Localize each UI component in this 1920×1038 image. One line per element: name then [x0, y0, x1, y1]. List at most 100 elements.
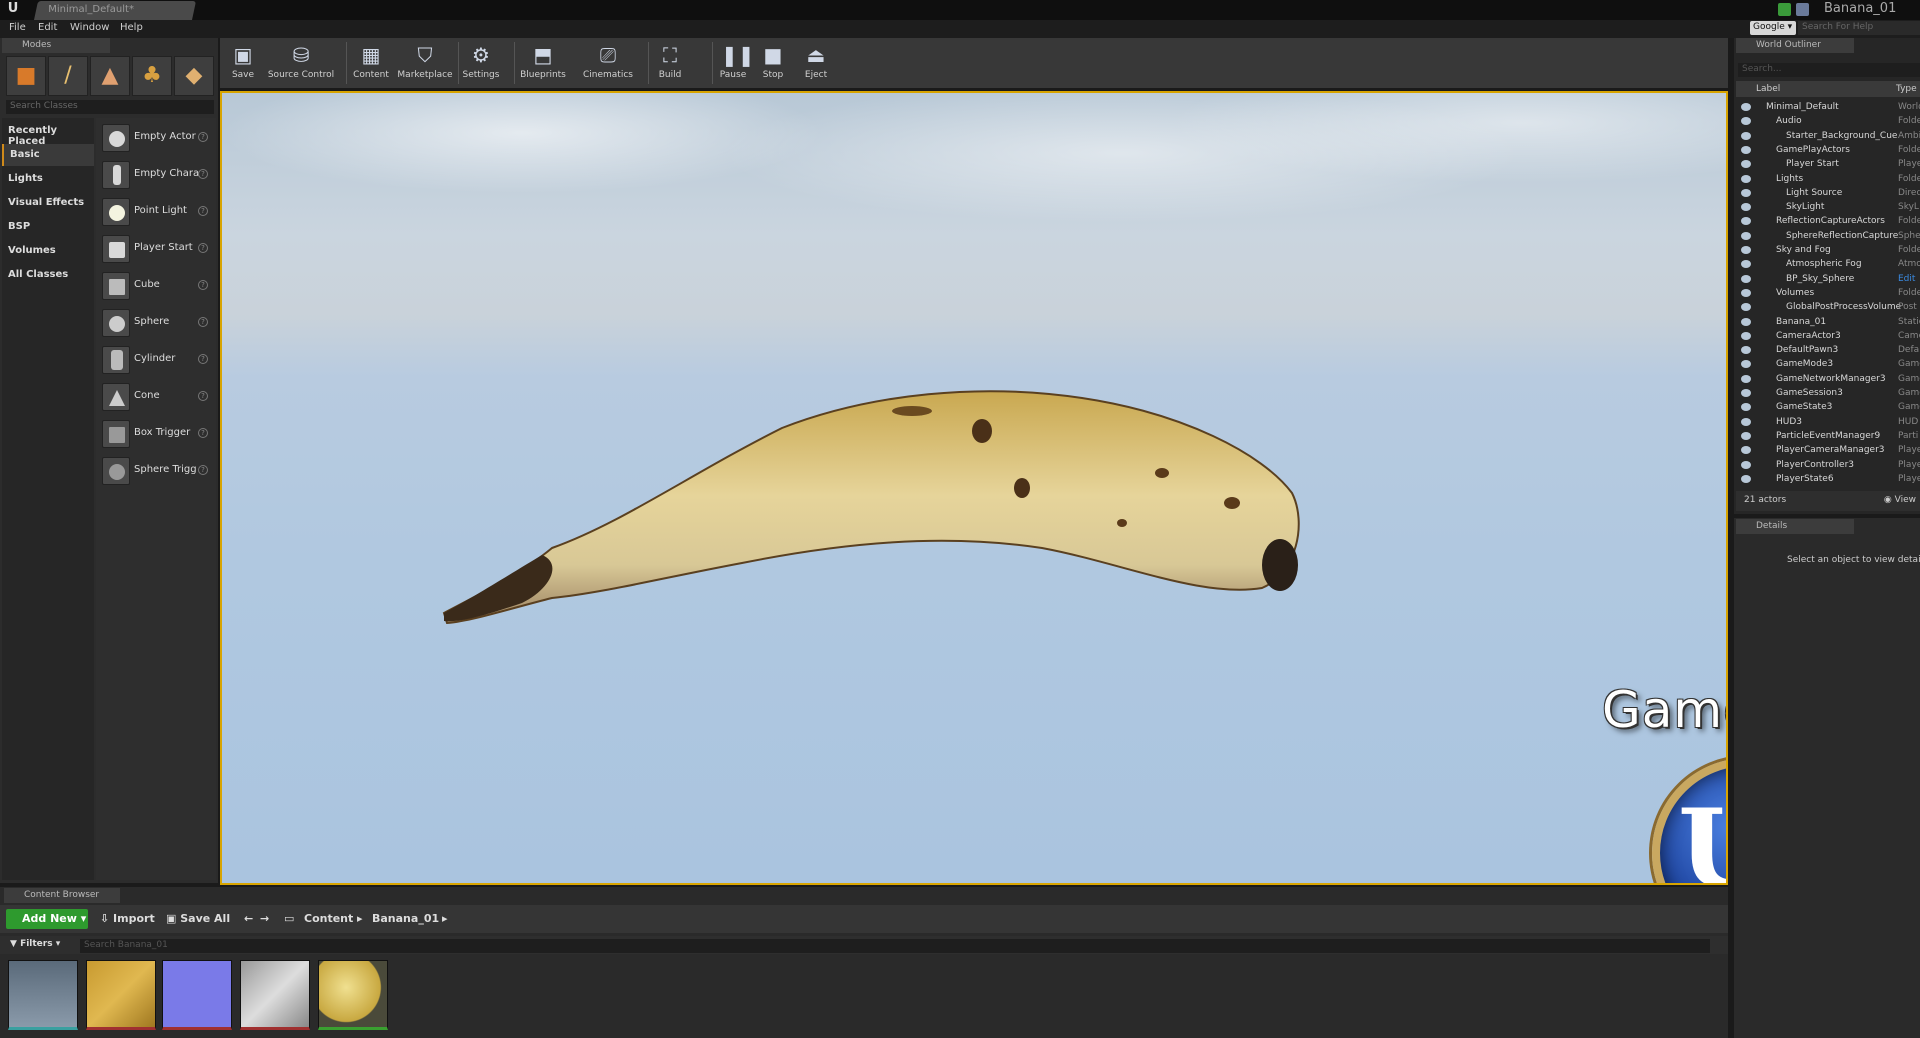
breadcrumb-banana[interactable]: Banana_01	[372, 912, 439, 925]
outliner-row[interactable]: Banana_01 Static	[1736, 316, 1920, 330]
category-lights[interactable]: Lights	[2, 168, 94, 190]
eject-button[interactable]: ⏏ Eject	[798, 40, 834, 86]
blueprints-button[interactable]: ⬒ Blueprints	[518, 40, 568, 86]
outliner-row[interactable]: SkyLight SkyL	[1736, 201, 1920, 215]
outliner-search-input[interactable]: Search...	[1738, 63, 1920, 77]
outliner-row[interactable]: PlayerController3 Playe	[1736, 459, 1920, 473]
feedback-icon[interactable]	[1796, 3, 1809, 16]
visibility-eye-icon[interactable]	[1741, 360, 1751, 369]
marketplace-button[interactable]: ⛉ Marketplace	[396, 40, 454, 86]
visibility-eye-icon[interactable]	[1741, 389, 1751, 397]
outliner-row[interactable]: PlayerState6 Playe	[1736, 473, 1920, 487]
menu-window[interactable]: Window	[70, 22, 109, 33]
build-button[interactable]: ⛶ Build	[652, 40, 688, 86]
details-tab[interactable]: Details	[1736, 519, 1854, 534]
forward-button[interactable]: →	[260, 912, 269, 925]
category-volumes[interactable]: Volumes	[2, 240, 94, 262]
visibility-eye-icon[interactable]	[1741, 274, 1751, 283]
visibility-eye-icon[interactable]	[1741, 317, 1751, 326]
visibility-eye-icon[interactable]	[1741, 346, 1751, 355]
list-item[interactable]: Sphere?	[100, 305, 214, 339]
asset-texture-normal-thumbnail[interactable]	[162, 960, 232, 1030]
visibility-eye-icon[interactable]	[1741, 231, 1751, 240]
outliner-row[interactable]: DefaultPawn3 Defa	[1736, 344, 1920, 358]
outliner-row[interactable]: GlobalPostProcessVolume Post	[1736, 301, 1920, 315]
modes-tab[interactable]: Modes	[2, 38, 110, 53]
category-bsp[interactable]: BSP	[2, 216, 94, 238]
outliner-row[interactable]: BP_Sky_Sphere Edit	[1736, 273, 1920, 287]
menu-edit[interactable]: Edit	[38, 22, 57, 33]
visibility-eye-icon[interactable]	[1741, 174, 1751, 183]
place-mode-icon[interactable]: ■	[6, 56, 46, 96]
geometry-mode-icon[interactable]: ◆	[174, 56, 214, 96]
outliner-row[interactable]: Lights Folder	[1736, 173, 1920, 187]
visibility-eye-icon[interactable]	[1741, 446, 1751, 455]
source-control-button[interactable]: ⛁ Source Control	[264, 40, 338, 86]
column-type[interactable]: Type	[1896, 84, 1917, 94]
list-item[interactable]: Point Light?	[100, 194, 214, 228]
source-control-status-icon[interactable]	[1778, 3, 1791, 16]
outliner-row[interactable]: GameState3 Game	[1736, 401, 1920, 415]
category-recently-placed[interactable]: Recently Placed	[2, 120, 94, 147]
visibility-eye-icon[interactable]	[1741, 474, 1751, 483]
breadcrumb-content[interactable]: Content	[304, 912, 353, 925]
content-button[interactable]: ▦ Content	[350, 40, 392, 86]
cinematics-button[interactable]: ⎚ Cinematics	[580, 40, 636, 86]
view-options-button[interactable]: ◉ View	[1884, 495, 1916, 505]
outliner-row[interactable]: GameMode3 Game	[1736, 358, 1920, 372]
pause-button[interactable]: ❚❚ Pause	[716, 40, 755, 86]
visibility-eye-icon[interactable]	[1741, 303, 1751, 312]
category-visual-effects[interactable]: Visual Effects	[2, 192, 94, 214]
outliner-row[interactable]: Audio Folder	[1736, 115, 1920, 129]
banana-model[interactable]	[222, 93, 1726, 883]
visibility-eye-icon[interactable]	[1741, 403, 1751, 412]
outliner-row[interactable]: Volumes Folder	[1736, 287, 1920, 301]
list-item[interactable]: Sphere Trigg?	[100, 453, 214, 487]
visibility-eye-icon[interactable]	[1741, 131, 1751, 140]
content-browser-tab[interactable]: Content Browser	[4, 888, 120, 903]
visibility-eye-icon[interactable]	[1741, 331, 1751, 340]
menu-help[interactable]: Help	[120, 22, 143, 33]
visibility-eye-icon[interactable]	[1741, 260, 1751, 269]
outliner-row[interactable]: HUD3 HUD	[1736, 416, 1920, 430]
search-engine-dropdown[interactable]: Google ▾	[1750, 21, 1796, 35]
category-basic[interactable]: Basic	[2, 144, 94, 166]
outliner-row[interactable]: Atmospheric Fog Atmo	[1736, 258, 1920, 272]
content-search-input[interactable]: Search Banana_01	[80, 939, 1710, 953]
add-new-button[interactable]: Add New ▾	[6, 909, 88, 929]
back-button[interactable]: ←	[244, 912, 253, 925]
level-document-tab[interactable]: Minimal_Default*	[34, 1, 197, 20]
outliner-row[interactable]: Player Start Player	[1736, 158, 1920, 172]
visibility-eye-icon[interactable]	[1741, 217, 1751, 226]
save-all-button[interactable]: ▣ Save All	[166, 912, 230, 925]
import-button[interactable]: ⇩ Import	[100, 912, 155, 925]
outliner-row[interactable]: SphereReflectionCapture Sphe	[1736, 230, 1920, 244]
visibility-eye-icon[interactable]	[1741, 288, 1751, 297]
visibility-eye-icon[interactable]	[1741, 145, 1751, 154]
outliner-row[interactable]: ParticleEventManager9 Parti	[1736, 430, 1920, 444]
outliner-row[interactable]: Minimal_Default World	[1736, 101, 1920, 115]
list-item[interactable]: Cylinder?	[100, 342, 214, 376]
stop-button[interactable]: ■ Stop	[758, 40, 788, 86]
save-button[interactable]: ▣ Save	[228, 40, 258, 86]
column-label[interactable]: Label	[1756, 84, 1780, 94]
asset-material-thumbnail[interactable]	[318, 960, 388, 1030]
outliner-row[interactable]: Light Source Direc	[1736, 187, 1920, 201]
asset-texture-diffuse-thumbnail[interactable]	[86, 960, 156, 1030]
settings-button[interactable]: ⚙ Settings	[460, 40, 502, 86]
help-search-input[interactable]: Search For Help	[1798, 21, 1920, 35]
category-all-classes[interactable]: All Classes	[2, 264, 94, 286]
outliner-row[interactable]: GamePlayActors Folder	[1736, 144, 1920, 158]
world-outliner-tab[interactable]: World Outliner	[1736, 38, 1854, 53]
outliner-row[interactable]: GameNetworkManager3 Game	[1736, 373, 1920, 387]
search-classes-input[interactable]: Search Classes	[6, 100, 214, 114]
list-item[interactable]: Box Trigger?	[100, 416, 214, 450]
visibility-eye-icon[interactable]	[1741, 160, 1751, 169]
outliner-row[interactable]: Sky and Fog Folder	[1736, 244, 1920, 258]
visibility-eye-icon[interactable]	[1741, 431, 1751, 440]
foliage-mode-icon[interactable]: ♣	[132, 56, 172, 96]
list-item[interactable]: Empty Actor?	[100, 120, 214, 154]
visibility-eye-icon[interactable]	[1741, 103, 1751, 111]
outliner-row[interactable]: ReflectionCaptureActors Folder	[1736, 215, 1920, 229]
visibility-eye-icon[interactable]	[1741, 460, 1751, 469]
